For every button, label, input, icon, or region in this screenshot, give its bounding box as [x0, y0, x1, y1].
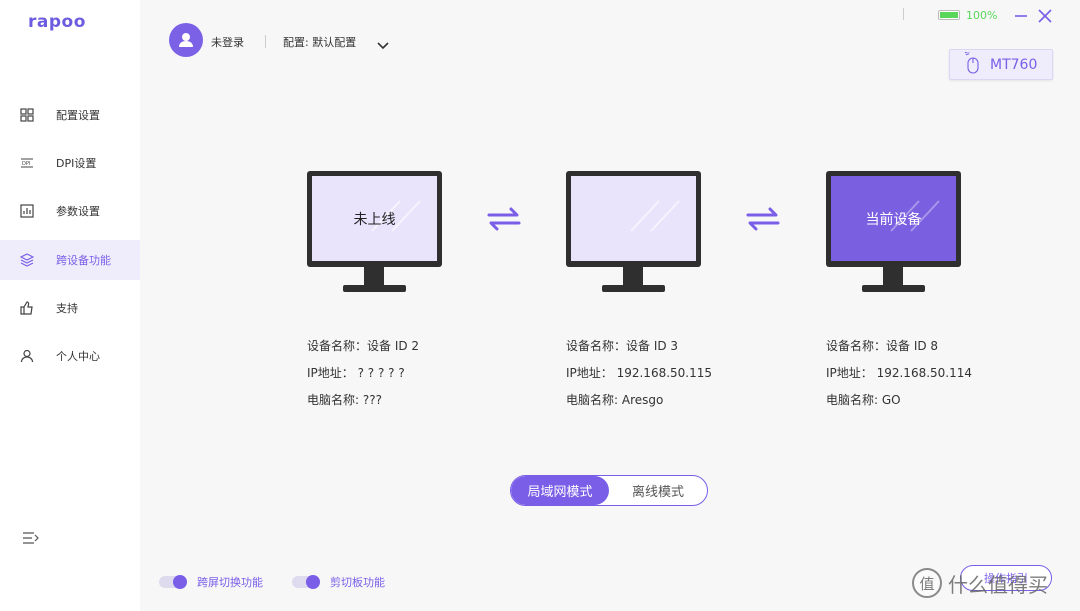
wireless-mouse-icon [964, 50, 980, 78]
battery-percentage: 100% [966, 9, 998, 22]
status-divider [903, 8, 904, 20]
sidebar-item-dpi[interactable]: DPI DPI设置 [0, 143, 140, 183]
chevron-down-icon[interactable] [376, 36, 390, 50]
monitor-screen: 当前设备 [831, 176, 956, 261]
thumbs-up-icon [20, 301, 34, 315]
sidebar-item-label: 个人中心 [56, 350, 100, 363]
clipboard-toggle[interactable] [292, 575, 320, 589]
watermark-badge: 值 [912, 568, 942, 598]
sidebar-item-label: DPI设置 [56, 157, 97, 170]
monitor-base [343, 285, 406, 292]
swap-arrows-icon [746, 207, 780, 231]
monitor-device-3[interactable] [566, 171, 701, 295]
clipboard-label: 剪切板功能 [330, 576, 385, 589]
toggle-knob [173, 575, 187, 589]
monitor-device-8[interactable]: 当前设备 [826, 171, 961, 295]
device-pc-text: 电脑名称: Aresgo [566, 393, 664, 407]
device-pc-text: 电脑名称: GO [826, 393, 901, 407]
monitor-neck [364, 267, 384, 285]
device-info-2: 设备名称：设备 ID 2 IP地址： ? ? ? ? ? 电脑名称: ??? [307, 333, 419, 414]
mode-toggle: 局域网模式 离线模式 [510, 475, 708, 506]
sidebar-item-profile[interactable]: 个人中心 [0, 336, 140, 376]
cross-screen-label: 跨屏切换功能 [197, 576, 263, 589]
offline-mode-button[interactable]: 离线模式 [609, 476, 707, 505]
sidebar-item-support[interactable]: 支持 [0, 288, 140, 328]
device-info-3: 设备名称：设备 ID 3 IP地址： 192.168.50.115 电脑名称: … [566, 333, 712, 414]
grid-icon [20, 108, 34, 122]
layers-icon [20, 253, 34, 267]
device-name-text: 设备名称：设备 ID 8 [826, 339, 939, 353]
sidebar-item-cross-device[interactable]: 跨设备功能 [0, 240, 140, 280]
device-ip-text: IP地址： ? ? ? ? ? [307, 366, 405, 380]
monitor-screen [571, 176, 696, 261]
close-icon[interactable] [1037, 8, 1053, 24]
sidebar-item-label: 参数设置 [56, 205, 100, 218]
toggle-knob [306, 575, 320, 589]
menu-collapse-icon[interactable] [22, 530, 40, 544]
lan-mode-button[interactable]: 局域网模式 [511, 476, 609, 505]
clipboard-toggle-group: 剪切板功能 [292, 574, 385, 590]
battery-icon [938, 10, 960, 20]
monitor-status-label: 当前设备 [865, 211, 922, 228]
cross-screen-toggle[interactable] [159, 575, 187, 589]
device-name: MT760 [990, 56, 1038, 73]
monitor-neck [883, 267, 903, 285]
svg-text:DPI: DPI [22, 161, 30, 167]
app-logo: rapoo [28, 12, 86, 32]
device-pc-text: 电脑名称: ??? [307, 393, 382, 407]
device-ip-text: IP地址： 192.168.50.114 [826, 366, 973, 380]
watermark: 值 什么值得买 [912, 568, 1048, 598]
sidebar-item-config[interactable]: 配置设置 [0, 95, 140, 135]
watermark-text: 什么值得买 [948, 572, 1048, 597]
header-divider [265, 35, 266, 48]
chart-icon [20, 204, 34, 218]
device-button[interactable]: MT760 [949, 49, 1053, 80]
device-name-text: 设备名称：设备 ID 2 [307, 339, 420, 353]
login-link[interactable]: 未登录 [211, 34, 244, 50]
device-name-text: 设备名称：设备 ID 3 [566, 339, 679, 353]
sidebar: rapoo 配置设置 DPI DPI设置 参数设置 跨设备功能 支持 个人中心 [0, 0, 140, 611]
monitor-status-label: 未上线 [353, 211, 396, 228]
minimize-icon[interactable] [1013, 8, 1029, 24]
monitor-device-2[interactable]: 未上线 [307, 171, 442, 295]
monitor-neck [623, 267, 643, 285]
cross-screen-toggle-group: 跨屏切换功能 [159, 574, 263, 590]
monitor-base [602, 285, 665, 292]
user-icon [20, 349, 34, 363]
sidebar-item-label: 支持 [56, 302, 78, 315]
user-avatar-icon [179, 33, 193, 47]
battery-fill [940, 12, 958, 18]
device-ip-text: IP地址： 192.168.50.115 [566, 366, 713, 380]
sidebar-item-label: 跨设备功能 [56, 254, 111, 267]
monitor-base [862, 285, 925, 292]
config-selector-label[interactable]: 配置: 默认配置 [283, 34, 356, 50]
sidebar-item-params[interactable]: 参数设置 [0, 191, 140, 231]
swap-arrows-icon [487, 207, 521, 231]
device-info-8: 设备名称：设备 ID 8 IP地址： 192.168.50.114 电脑名称: … [826, 333, 972, 414]
monitor-screen: 未上线 [312, 176, 437, 261]
dpi-icon: DPI [20, 156, 34, 170]
sidebar-item-label: 配置设置 [56, 109, 100, 122]
avatar[interactable] [169, 23, 203, 57]
